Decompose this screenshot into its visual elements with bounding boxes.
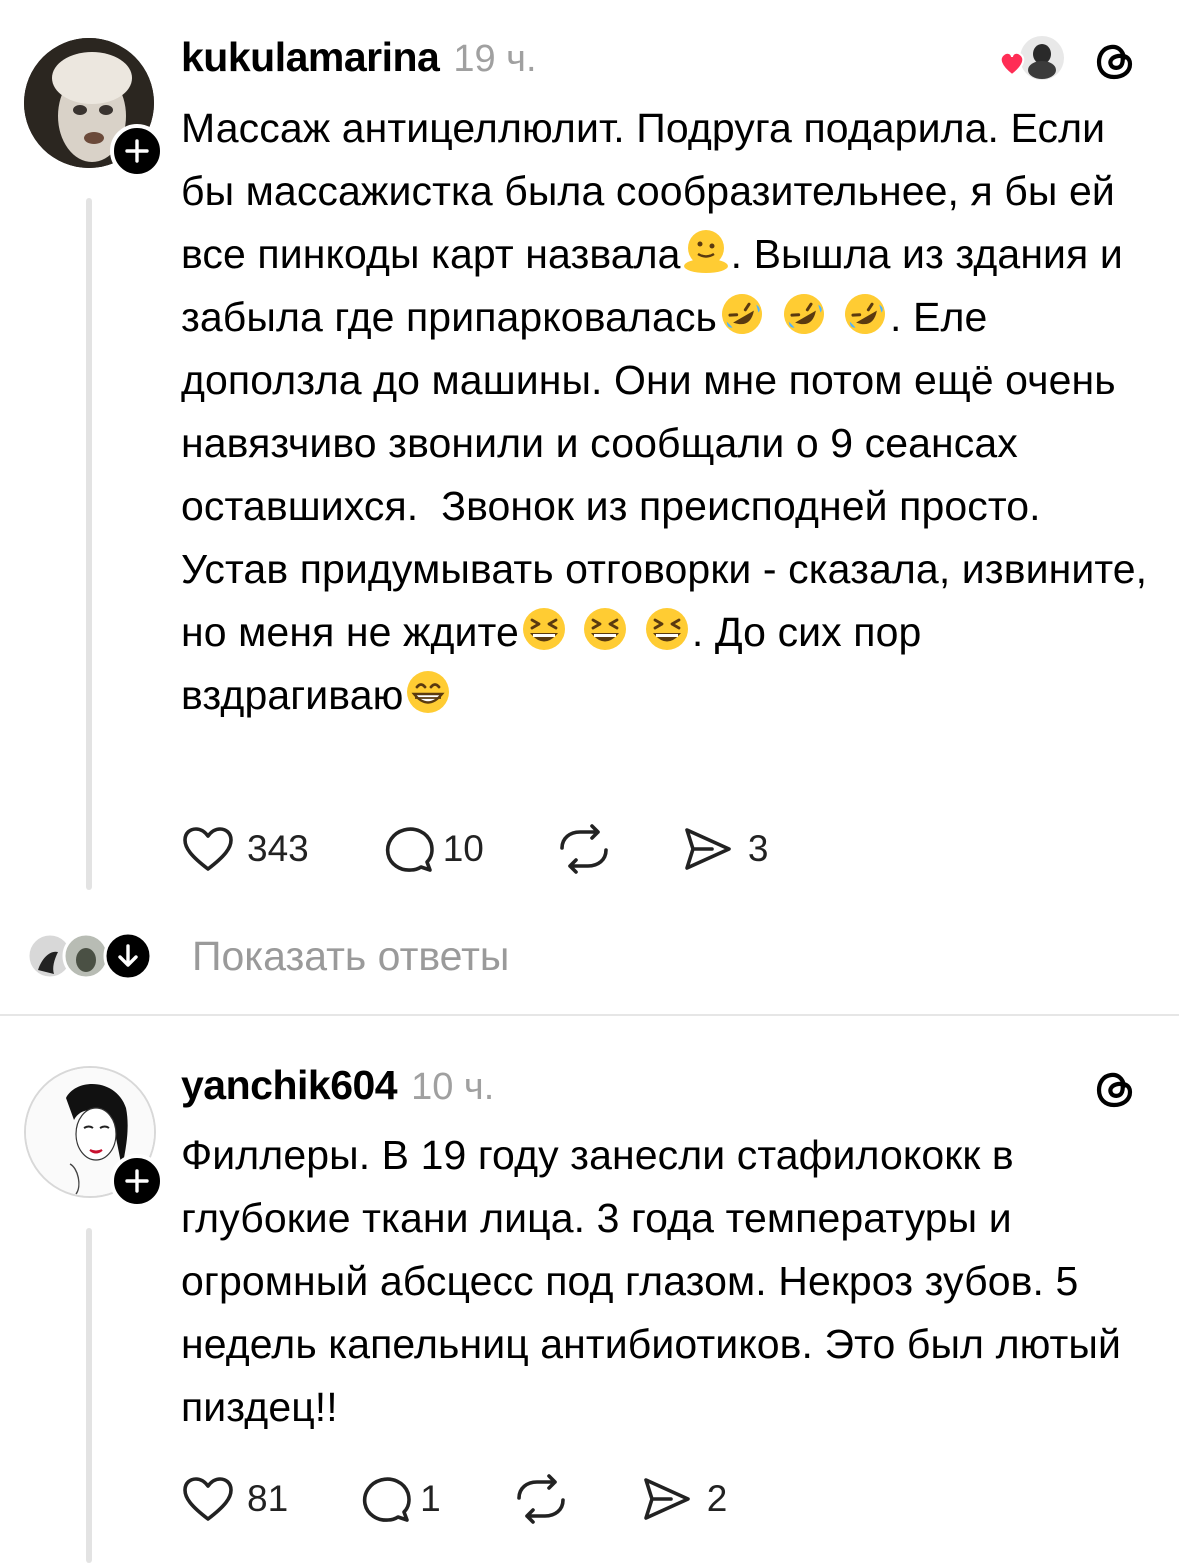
thread-line [86, 198, 92, 890]
post-text-part: . Еле доползла до машины. Они мне потом … [181, 294, 1159, 655]
post-text: Массаж антицеллюлит. Подруга подарила. Е… [181, 97, 1151, 727]
thread-line [86, 1228, 92, 1563]
post-text: Филлеры. В 19 году занесли стафилококк в… [181, 1132, 1133, 1430]
send-icon [685, 828, 731, 870]
timestamp: 10 ч. [411, 1066, 495, 1108]
share-count: 3 [747, 828, 769, 869]
share-button[interactable]: 3 [682, 825, 769, 873]
heart-icon [183, 1477, 233, 1521]
repost-icon [516, 1474, 565, 1524]
like-button[interactable]: 81 [181, 1475, 288, 1523]
liked-by-indicator[interactable] [996, 36, 1068, 82]
show-replies-link[interactable]: Показать ответы [192, 933, 509, 980]
like-button[interactable]: 343 [181, 825, 309, 873]
beaming-face-emoji-icon [407, 671, 450, 713]
comment-count: 1 [420, 1478, 441, 1519]
heart-icon [183, 827, 233, 871]
repost-button[interactable] [513, 1474, 569, 1524]
plus-icon [125, 1169, 149, 1193]
follow-button[interactable] [110, 1154, 164, 1208]
speech-bubble-icon [385, 827, 434, 872]
comment-button[interactable]: 1 [360, 1474, 441, 1524]
comment-count: 10 [442, 828, 484, 869]
rofl-emoji-icon [783, 294, 824, 334]
grinning-squinting-emoji-icon [522, 608, 565, 650]
like-count: 343 [247, 828, 309, 869]
username[interactable]: kukulamarina [181, 34, 440, 81]
arrow-down-icon [118, 944, 138, 967]
speech-bubble-icon [363, 1477, 411, 1522]
send-icon [643, 1478, 690, 1520]
reply-avatars [24, 930, 154, 982]
username[interactable]: yanchik604 [181, 1062, 398, 1109]
plus-icon [125, 139, 149, 163]
timestamp: 19 ч. [453, 38, 537, 80]
repost-icon [560, 824, 608, 874]
melting-face-emoji-icon [683, 230, 728, 273]
rofl-emoji-icon [845, 294, 886, 334]
grinning-squinting-emoji-icon [584, 608, 627, 650]
divider [0, 1014, 1179, 1016]
share-button[interactable]: 2 [641, 1475, 728, 1523]
threads-logo-icon[interactable] [1090, 36, 1140, 86]
heart-with-avatar-icon [999, 36, 1064, 80]
repost-button[interactable] [556, 824, 612, 874]
follow-button[interactable] [110, 124, 164, 178]
like-count: 81 [247, 1478, 289, 1519]
share-count: 2 [706, 1478, 728, 1519]
threads-logo-icon[interactable] [1090, 1064, 1140, 1114]
comment-button[interactable]: 10 [383, 824, 484, 874]
grinning-squinting-emoji-icon [645, 608, 688, 650]
rofl-emoji-icon [722, 294, 763, 334]
show-replies-row[interactable]: Показать ответы [24, 930, 509, 982]
